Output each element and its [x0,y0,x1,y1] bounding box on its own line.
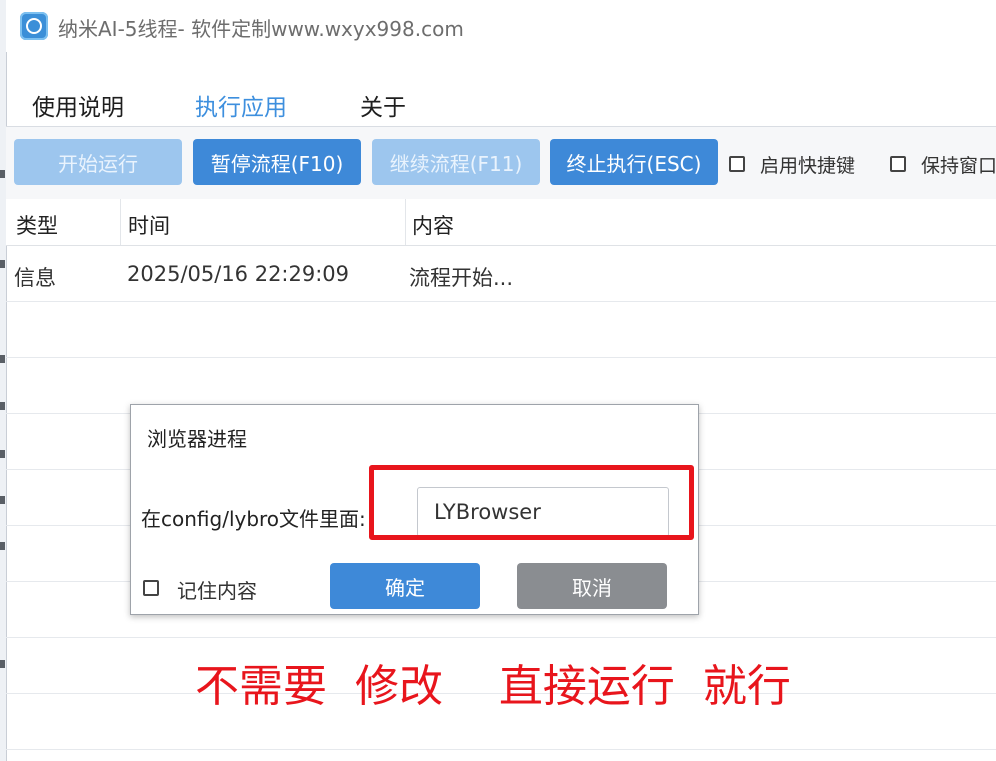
edge-mark [0,260,5,268]
edge-mark [0,542,5,550]
log-type-cell: 信息 [14,266,56,290]
menu-item-instructions[interactable]: 使用说明 [32,88,124,122]
menu-bar: 使用说明 执行应用 关于 [6,78,996,126]
keep-window-checkbox[interactable] [890,156,906,172]
hotkey-checkbox-label: 启用快捷键 [760,155,856,177]
hotkey-checkbox[interactable] [729,156,745,172]
log-content-cell: 流程开始... [409,266,514,290]
browser-process-dialog: 浏览器进程 在config/lybro文件里面: 记住内容 确定 取消 [130,404,699,615]
row-divider [6,749,996,750]
column-divider[interactable] [120,199,121,245]
column-header-type[interactable]: 类型 [16,210,58,240]
cancel-button[interactable]: 取消 [517,563,667,609]
start-run-button[interactable]: 开始运行 [14,139,182,185]
row-divider [6,637,996,638]
browser-process-input[interactable] [417,487,669,537]
toolbar: 开始运行 暂停流程(F10) 继续流程(F11) 终止执行(ESC) 启用快捷键… [6,126,996,200]
stop-execution-button[interactable]: 终止执行(ESC) [550,139,718,185]
edge-mark [0,355,5,363]
remember-checkbox[interactable] [143,580,159,596]
column-divider[interactable] [405,199,406,245]
edge-mark [0,170,5,178]
log-table-header: 类型 时间 内容 [6,199,996,246]
annotation-caption: 不需要 修改 直接运行 就行 [195,661,791,712]
remember-checkbox-label: 记住内容 [177,579,257,603]
column-header-time[interactable]: 时间 [128,210,170,240]
edge-mark [0,450,5,458]
edge-mark [0,496,5,504]
continue-flow-button[interactable]: 继续流程(F11) [372,139,540,185]
edge-mark [0,402,5,410]
app-logo-icon [20,12,48,40]
dialog-title: 浏览器进程 [147,427,247,451]
log-time-cell: 2025/05/16 22:29:09 [127,262,350,286]
column-header-content[interactable]: 内容 [412,210,454,240]
menu-item-about[interactable]: 关于 [360,88,406,122]
pause-flow-button[interactable]: 暂停流程(F10) [193,139,361,185]
edge-mark [0,660,5,668]
config-field-label: 在config/lybro文件里面: [141,507,366,531]
title-bar: 纳米AI-5线程- 软件定制www.wxyx998.com [6,0,996,52]
window-title: 纳米AI-5线程- 软件定制www.wxyx998.com [58,17,464,41]
row-divider [6,301,996,302]
row-divider [6,357,996,358]
menu-item-run-app[interactable]: 执行应用 [195,88,287,122]
keep-window-checkbox-label: 保持窗口 [921,155,996,177]
confirm-button[interactable]: 确定 [330,563,480,609]
